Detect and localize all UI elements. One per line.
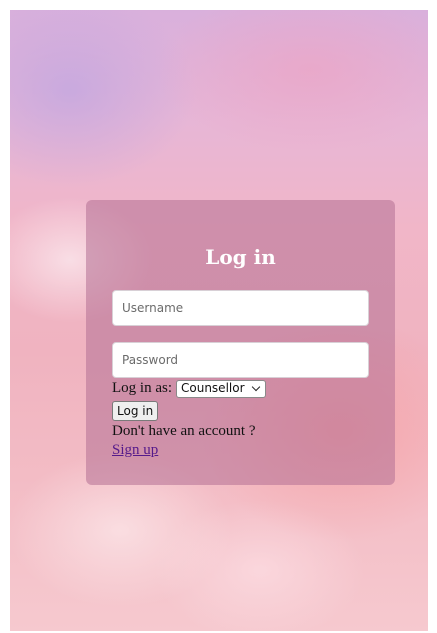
signup-link[interactable]: Sign up	[112, 441, 158, 460]
login-button[interactable]: Log in	[112, 401, 159, 421]
username-input[interactable]	[112, 290, 369, 326]
role-row: Log in as: Counsellor	[112, 379, 369, 398]
role-select[interactable]: Counsellor	[176, 379, 266, 398]
role-select-value: Counsellor	[181, 381, 245, 395]
login-title: Log in	[205, 245, 276, 269]
role-label: Log in as:	[112, 380, 172, 396]
submit-row: Log in	[112, 401, 369, 421]
background-image: Log in Log in as: Counsellor Log in Don'…	[10, 10, 428, 631]
password-input[interactable]	[112, 342, 369, 378]
login-card: Log in Log in as: Counsellor Log in Don'…	[86, 200, 395, 485]
no-account-text: Don't have an account ?	[112, 423, 256, 439]
chevron-down-icon	[251, 382, 260, 392]
